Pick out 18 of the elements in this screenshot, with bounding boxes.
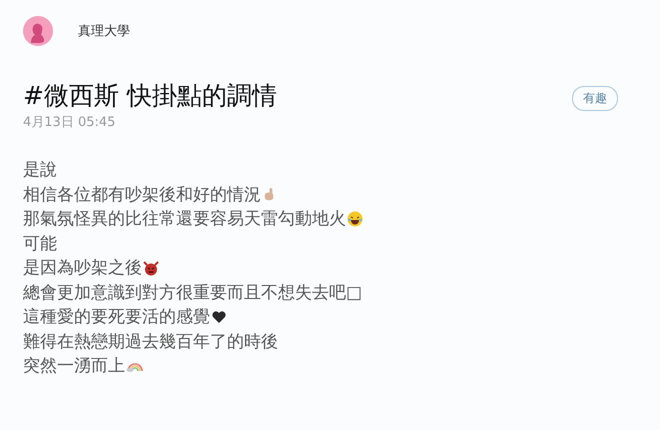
body-text: 那氣氛怪異的比往常還要容易天雷勾動地火 [23, 208, 346, 230]
devil-face-icon [143, 260, 159, 276]
body-text: 這種愛的要死要活的感覺 [23, 306, 210, 328]
body-text: 相信各位都有吵架後和好的情況 [23, 184, 261, 206]
post-title: #微西斯 快掛點的調情 [23, 80, 277, 112]
body-text: 難得在熱戀期過去幾百年了的時後 [23, 330, 278, 353]
body-text: 是說 [23, 159, 57, 182]
body-text: 是因為吵架之後 [23, 257, 142, 280]
body-text: 可能 [23, 232, 57, 255]
post-date: 4月13日 05:45 [23, 114, 116, 131]
body-text: 總會更加意識到對方很重要而且不想失去吧□ [23, 282, 362, 304]
rainbow-icon [126, 360, 144, 372]
author-name[interactable]: 真理大學 [78, 22, 130, 40]
laughing-face-icon [347, 211, 363, 228]
body-text: 突然一湧而上 [23, 355, 125, 378]
topic-tag[interactable]: 有趣 [572, 86, 618, 111]
avatar-icon [23, 16, 53, 46]
heart-icon [211, 309, 227, 326]
